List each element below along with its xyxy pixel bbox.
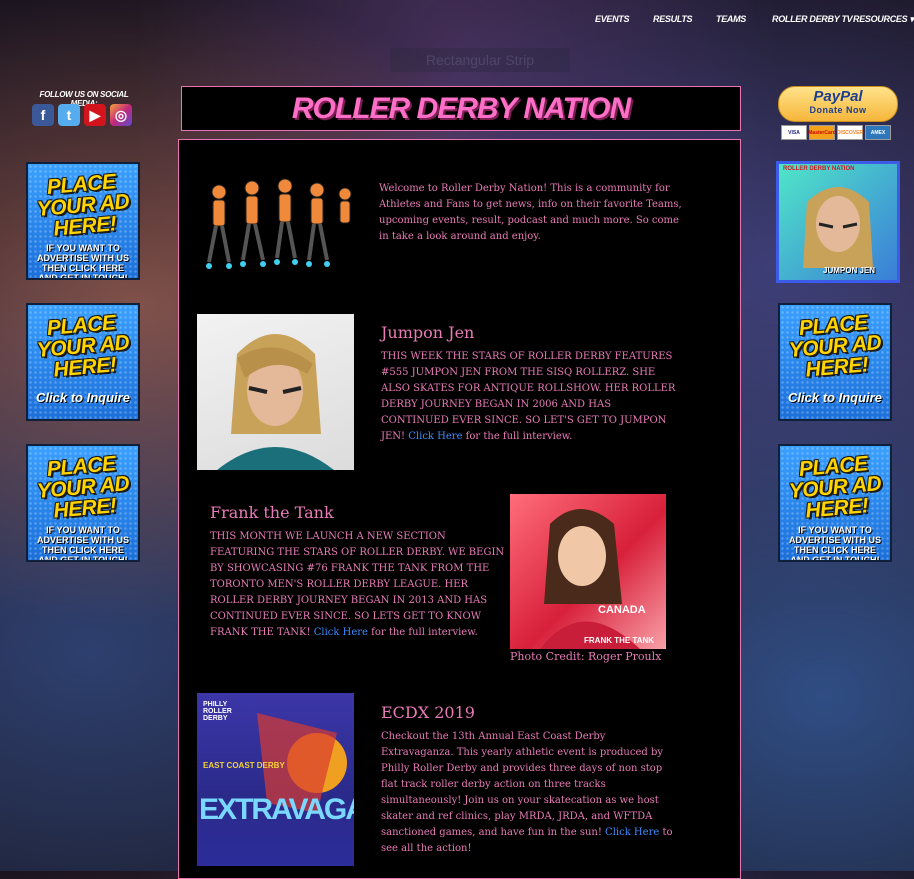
ad-headline: PLACE YOUR AD HERE!: [35, 170, 131, 241]
photo-name-label: FRANK THE TANK: [584, 636, 655, 645]
youtube-icon[interactable]: ▶: [84, 104, 106, 126]
instagram-icon[interactable]: ◎: [110, 104, 132, 126]
nav-events[interactable]: EVENTS: [595, 12, 630, 26]
payment-cards: VISA MasterCard DISCOVER AMEX: [781, 125, 891, 140]
ad-headline: PLACE YOUR AD HERE!: [35, 452, 131, 523]
article-link-ecdx-2019[interactable]: Click Here: [605, 827, 659, 838]
nav-resources[interactable]: RESOURCES ▾: [853, 12, 914, 27]
ghost-strip: Rectangular Strip: [390, 48, 570, 72]
article-link-jumpon-jen[interactable]: Click Here: [408, 431, 462, 442]
featured-trade-card[interactable]: ROLLER DERBY NATION JUMPON JEN: [776, 161, 900, 283]
ad-subtext: IF YOU WANT TO ADVERTISE WITH US THEN CL…: [788, 525, 881, 562]
ad-subtext: IF YOU WANT TO ADVERTISE WITH US THEN CL…: [36, 525, 129, 562]
jumpon-jen-photo: [197, 314, 354, 470]
site-title: ROLLER DERBY NATION: [291, 91, 631, 125]
nav-results[interactable]: RESULTS: [653, 12, 693, 26]
trade-card-name: JUMPON JEN: [823, 266, 876, 275]
main-content: Welcome to Roller Derby Nation! This is …: [178, 139, 741, 879]
skaters-illustration: [197, 162, 357, 280]
frank-the-tank-photo: CANADA FRANK THE TANK: [510, 494, 666, 649]
ad-subtext: IF YOU WANT TO ADVERTISE WITH US THEN CL…: [36, 243, 129, 280]
site-banner: ROLLER DERBY NATION: [181, 86, 741, 131]
ad-inquire: Click to Inquire: [788, 390, 882, 405]
article-body-ecdx-2019: Checkout the 13th Annual East Coast Derb…: [381, 731, 673, 854]
ad-headline: PLACE YOUR AD HERE!: [787, 452, 883, 523]
ecdx-poster: PHILLY ROLLER DERBY EAST COAST DERBY EXT…: [197, 693, 354, 866]
social-icons: f t ▶ ◎: [32, 104, 132, 126]
paypal-donate-button[interactable]: PayPal Donate Now: [778, 86, 898, 122]
ad-headline: PLACE YOUR AD HERE!: [35, 311, 131, 382]
poster-mid-text: EAST COAST DERBY: [203, 761, 285, 770]
paypal-brand: PayPal: [813, 88, 863, 105]
twitter-icon[interactable]: t: [58, 104, 80, 126]
nav-roller-derby-tv[interactable]: ROLLER DERBY TV: [772, 12, 853, 26]
article-body-frank-the-tank: THIS MONTH WE LAUNCH A NEW SECTION FEATU…: [210, 531, 505, 638]
facebook-icon[interactable]: f: [32, 104, 54, 126]
article-title-jumpon-jen[interactable]: Jumpon Jen: [381, 323, 474, 342]
ad-headline: PLACE YOUR AD HERE!: [787, 311, 883, 382]
welcome-text: Welcome to Roller Derby Nation! This is …: [379, 183, 682, 242]
ad-right-2[interactable]: PLACE YOUR AD HERE! IF YOU WANT TO ADVER…: [778, 444, 892, 562]
article-body-jumpon-jen: THIS WEEK THE STARS OF ROLLER DERBY FEAT…: [381, 351, 676, 442]
poster-big-text: EXTRAVAGANZA: [199, 793, 354, 826]
mastercard-icon: MasterCard: [808, 125, 836, 140]
photo-credit: Photo Credit: Roger Proulx: [510, 650, 662, 663]
photo-tag-canada: CANADA: [598, 604, 646, 616]
visa-card-icon: VISA: [781, 125, 807, 140]
discover-card-icon: DISCOVER: [837, 125, 863, 140]
article-link-frank-the-tank[interactable]: Click Here: [314, 627, 368, 638]
amex-card-icon: AMEX: [865, 125, 891, 140]
ad-left-3[interactable]: PLACE YOUR AD HERE! IF YOU WANT TO ADVER…: [26, 444, 140, 562]
poster-top-text: PHILLY ROLLER DERBY: [203, 701, 232, 722]
ad-left-1[interactable]: PLACE YOUR AD HERE! IF YOU WANT TO ADVER…: [26, 162, 140, 280]
article-title-ecdx-2019[interactable]: ECDX 2019: [381, 703, 475, 722]
paypal-donate-label: Donate Now: [809, 105, 867, 115]
ad-left-2[interactable]: PLACE YOUR AD HERE! Click to Inquire: [26, 303, 140, 421]
nav-teams[interactable]: TEAMS: [716, 12, 746, 26]
ad-right-1[interactable]: PLACE YOUR AD HERE! Click to Inquire: [778, 303, 892, 421]
article-title-frank-the-tank[interactable]: Frank the Tank: [210, 503, 334, 522]
ad-inquire: Click to Inquire: [36, 390, 130, 405]
